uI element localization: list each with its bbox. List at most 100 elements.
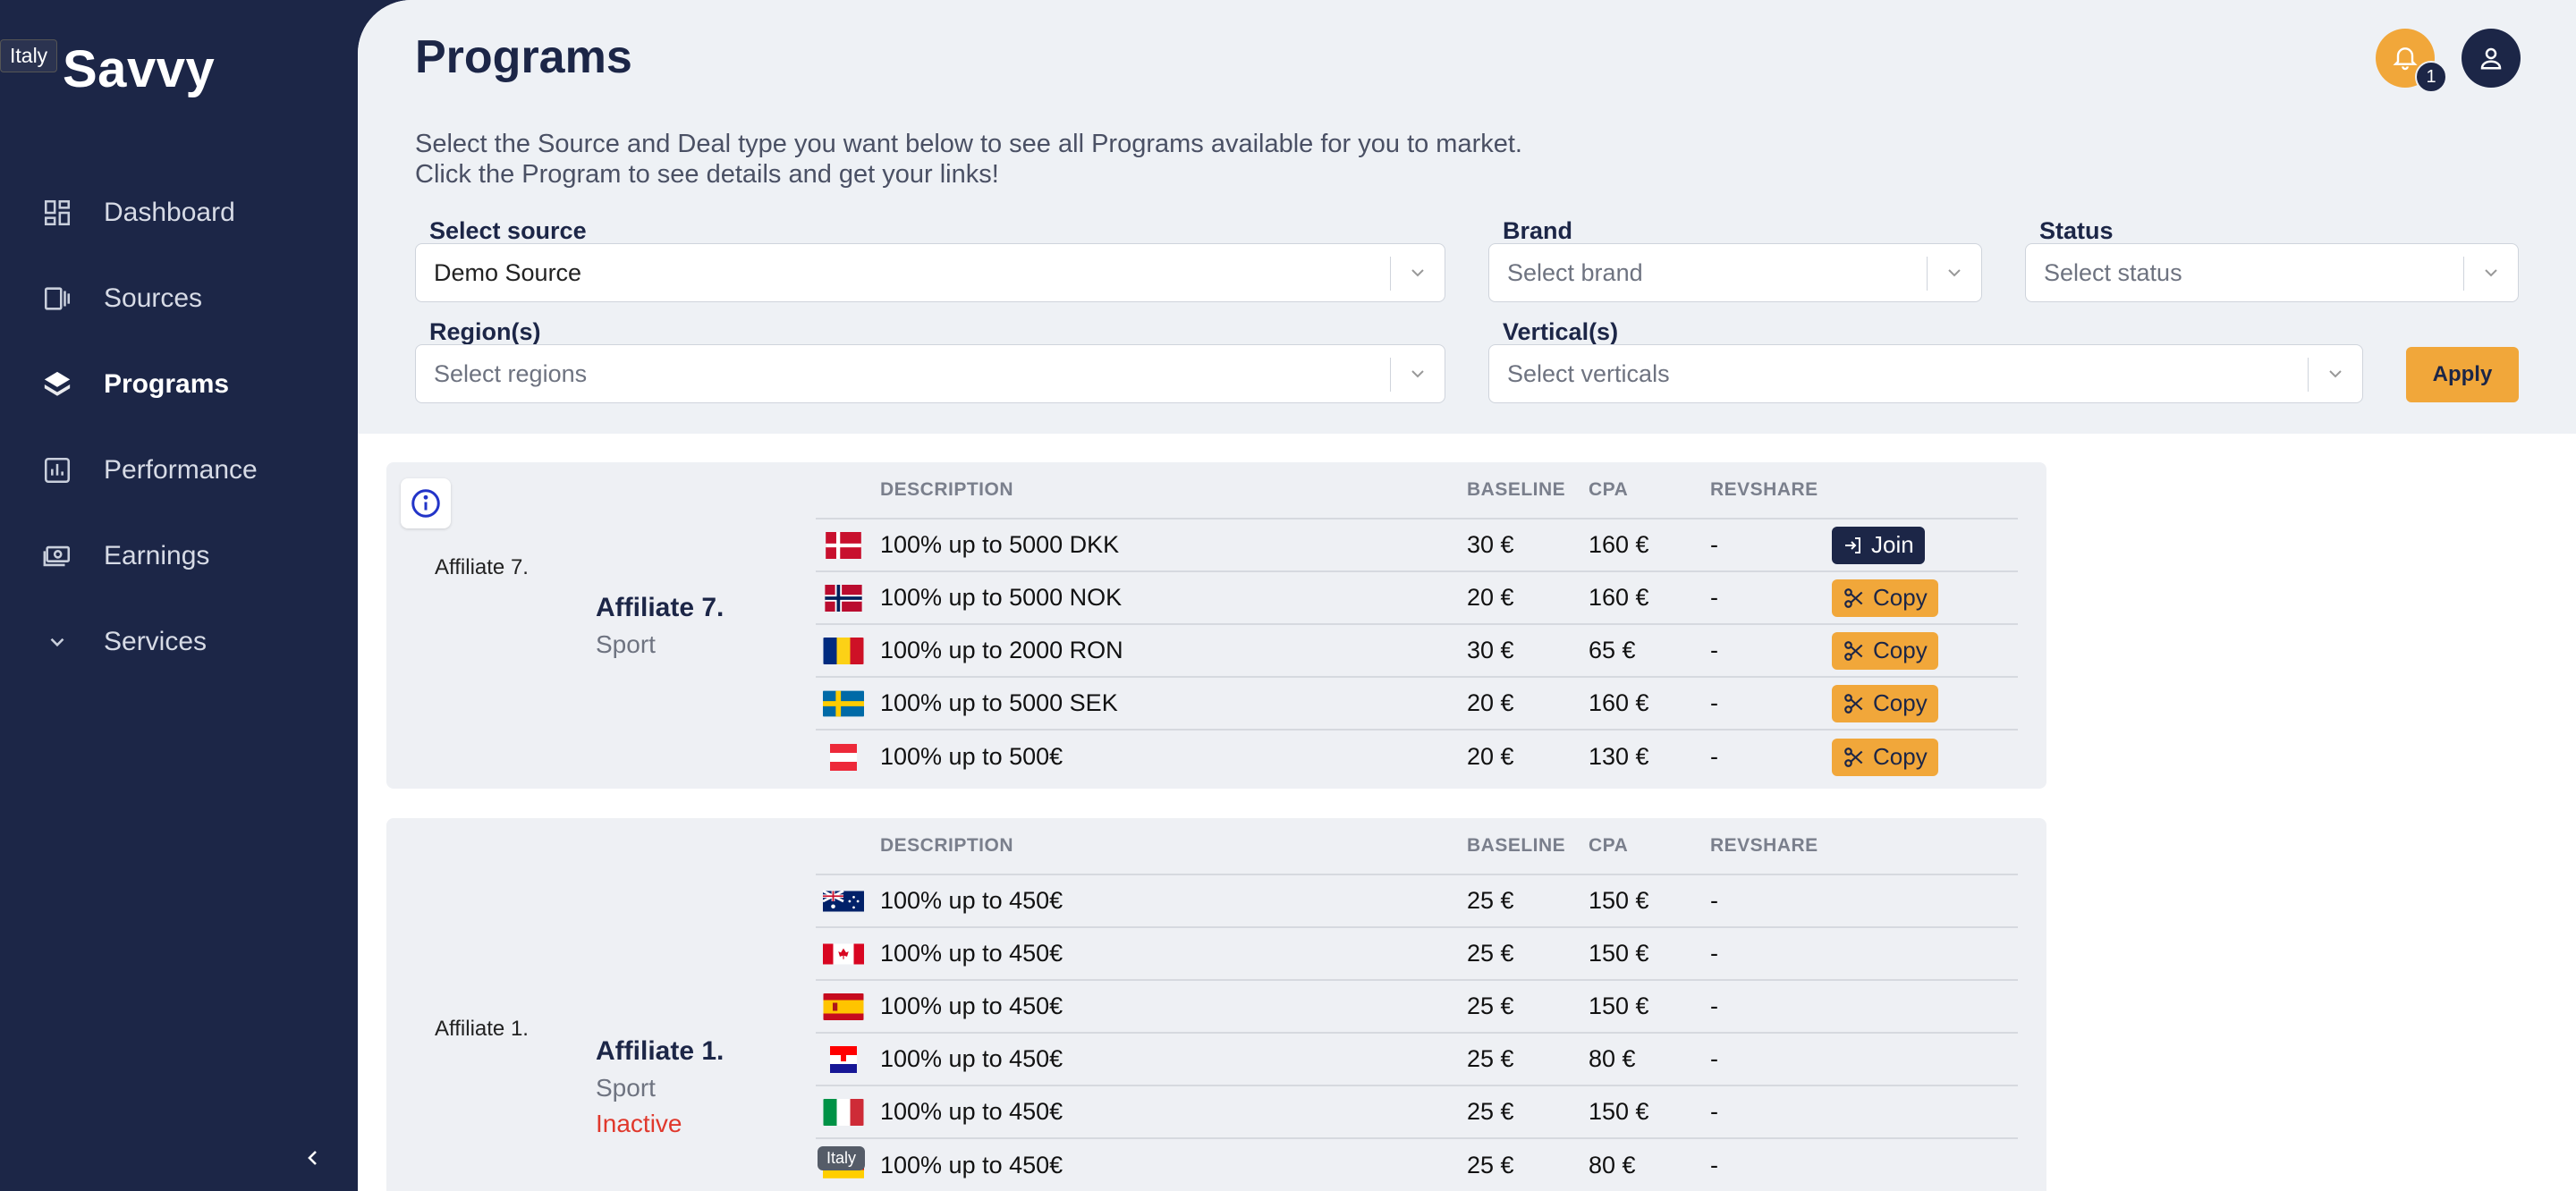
table-row: 100% up to 5000 SEK 20 € 160 € - Copy xyxy=(816,678,2018,731)
table-row: 100% up to 500€ 20 € 130 € - Copy xyxy=(816,731,2018,783)
deal-description: 100% up to 450€ xyxy=(880,1152,1063,1178)
copy-label: Copy xyxy=(1873,689,1928,716)
deal-description: 100% up to 450€ xyxy=(880,992,1063,1019)
deal-baseline: 30 € xyxy=(1467,637,1514,663)
sidebar-item-services[interactable]: Services xyxy=(0,599,358,685)
deal-cpa: 150 € xyxy=(1589,940,1649,967)
deal-cpa: 160 € xyxy=(1589,689,1649,716)
copy-button[interactable]: Copy xyxy=(1832,631,1938,670)
deal-revshare: - xyxy=(1710,1152,1718,1178)
chevron-down-icon xyxy=(1411,370,1424,378)
sidebar-item-earnings[interactable]: Earnings xyxy=(0,513,358,599)
join-button[interactable]: Join xyxy=(1832,526,1925,564)
deal-revshare: - xyxy=(1710,637,1718,663)
deal-cpa: 160 € xyxy=(1589,531,1649,558)
regions-label: Region(s) xyxy=(429,318,541,345)
deal-baseline: 25 € xyxy=(1467,1045,1514,1072)
deal-cpa: 150 € xyxy=(1589,992,1649,1019)
deal-baseline: 25 € xyxy=(1467,887,1514,914)
layers-icon xyxy=(39,367,75,402)
italy-flag-icon xyxy=(823,1098,864,1126)
program-card[interactable]: Affiliate 1. Affiliate 1. Sport Inactive… xyxy=(386,818,2046,1191)
deal-baseline: 25 € xyxy=(1467,1098,1514,1125)
info-button[interactable] xyxy=(401,478,451,528)
source-value: Demo Source xyxy=(434,258,582,286)
table-row: 100% up to 2000 RON 30 € 65 € - Copy xyxy=(816,625,2018,678)
login-icon xyxy=(1845,536,1860,553)
deal-revshare: - xyxy=(1710,584,1718,611)
sidebar-item-sources[interactable]: Sources xyxy=(0,256,358,342)
copy-button[interactable]: Copy xyxy=(1832,579,1938,617)
copy-label: Copy xyxy=(1873,743,1928,770)
deal-revshare: - xyxy=(1710,689,1718,716)
program-card[interactable]: Affiliate 7. Affiliate 7. Sport DESCRIPT… xyxy=(386,462,2046,789)
spain-flag-icon xyxy=(823,992,864,1020)
program-name[interactable]: Affiliate 1. xyxy=(596,1036,724,1067)
copy-button[interactable]: Copy xyxy=(1832,684,1938,722)
deal-description: 100% up to 2000 RON xyxy=(880,637,1123,663)
deal-baseline: 25 € xyxy=(1467,940,1514,967)
table-header: DESCRIPTION BASELINE CPA REVSHARE xyxy=(816,462,2018,519)
status-select[interactable]: Select status xyxy=(2025,243,2519,302)
deal-description: 100% up to 5000 DKK xyxy=(880,531,1120,558)
status-placeholder: Select status xyxy=(2044,258,2182,286)
program-name[interactable]: Affiliate 7. xyxy=(596,593,724,623)
deal-cpa: 150 € xyxy=(1589,1098,1649,1125)
sidebar-item-label: Earnings xyxy=(104,541,210,570)
table-row: 100% up to 5000 NOK 20 € 160 € - Copy xyxy=(816,572,2018,625)
header-baseline: BASELINE xyxy=(1467,835,1566,856)
program-category: Sport xyxy=(596,1074,656,1102)
table-row: 100% up to 5000 DKK 30 € 160 € - Join xyxy=(816,519,2018,572)
sidebar-item-performance[interactable]: Performance xyxy=(0,427,358,513)
romania-flag-icon xyxy=(823,637,864,664)
sidebar-item-label: Dashboard xyxy=(104,198,235,227)
verticals-select[interactable]: Select verticals xyxy=(1488,344,2363,403)
intro-line-2: Click the Program to see details and get… xyxy=(415,160,999,189)
regions-placeholder: Select regions xyxy=(434,359,588,387)
chevron-down-icon xyxy=(1411,269,1424,277)
scissors-icon xyxy=(1844,587,1863,608)
deal-cpa: 80 € xyxy=(1589,1152,1636,1178)
program-logo: Affiliate 1. xyxy=(435,1017,529,1041)
header-cpa: CPA xyxy=(1589,835,1629,856)
header-revshare: REVSHARE xyxy=(1710,835,1818,856)
regions-select[interactable]: Select regions xyxy=(415,344,1445,403)
status-label: Status xyxy=(2039,217,2114,244)
join-label: Join xyxy=(1871,531,1914,558)
intro-line-1: Select the Source and Deal type you want… xyxy=(415,130,1522,158)
scissors-icon xyxy=(1844,747,1863,767)
table-row: 100% up to 450€ 25 € 150 € - xyxy=(816,1086,2018,1139)
page-title: Programs xyxy=(415,31,632,83)
canada-flag-icon xyxy=(823,943,864,964)
app-logo[interactable]: Savvy xyxy=(63,39,215,99)
table-row: 100% up to 450€ 25 € 80 € - xyxy=(816,1139,2018,1191)
user-icon xyxy=(2480,47,2502,70)
brand-placeholder: Select brand xyxy=(1507,258,1643,286)
deal-baseline: 25 € xyxy=(1467,1152,1514,1178)
deal-baseline: 30 € xyxy=(1467,531,1514,558)
deal-description: 100% up to 5000 SEK xyxy=(880,689,1118,716)
deal-description: 100% up to 450€ xyxy=(880,940,1063,967)
scissors-icon xyxy=(1844,640,1863,661)
deal-baseline: 20 € xyxy=(1467,584,1514,611)
table-row: 100% up to 450€ 25 € 80 € - xyxy=(816,1034,2018,1086)
copy-button[interactable]: Copy xyxy=(1832,738,1938,776)
user-menu-button[interactable] xyxy=(2462,29,2521,88)
filter-panel: Programs 1 Select the Source and Deal ty… xyxy=(358,0,2576,434)
deal-revshare: - xyxy=(1710,992,1718,1019)
brand-select[interactable]: Select brand xyxy=(1488,243,1982,302)
deal-cpa: 160 € xyxy=(1589,584,1649,611)
collapse-sidebar-button[interactable] xyxy=(295,1140,331,1176)
deal-cpa: 130 € xyxy=(1589,743,1649,770)
sources-icon xyxy=(39,281,75,317)
source-select[interactable]: Demo Source xyxy=(415,243,1445,302)
chevron-down-icon xyxy=(39,624,75,660)
copy-label: Copy xyxy=(1873,584,1928,611)
sidebar-item-programs[interactable]: Programs xyxy=(0,342,358,427)
table-row: 100% up to 450€ 25 € 150 € - xyxy=(816,875,2018,928)
verticals-label: Vertical(s) xyxy=(1503,318,1619,345)
table-header: DESCRIPTION BASELINE CPA REVSHARE xyxy=(816,818,2018,875)
deal-baseline: 25 € xyxy=(1467,992,1514,1019)
apply-button[interactable]: Apply xyxy=(2406,347,2519,402)
sidebar-item-dashboard[interactable]: Dashboard xyxy=(0,170,358,256)
